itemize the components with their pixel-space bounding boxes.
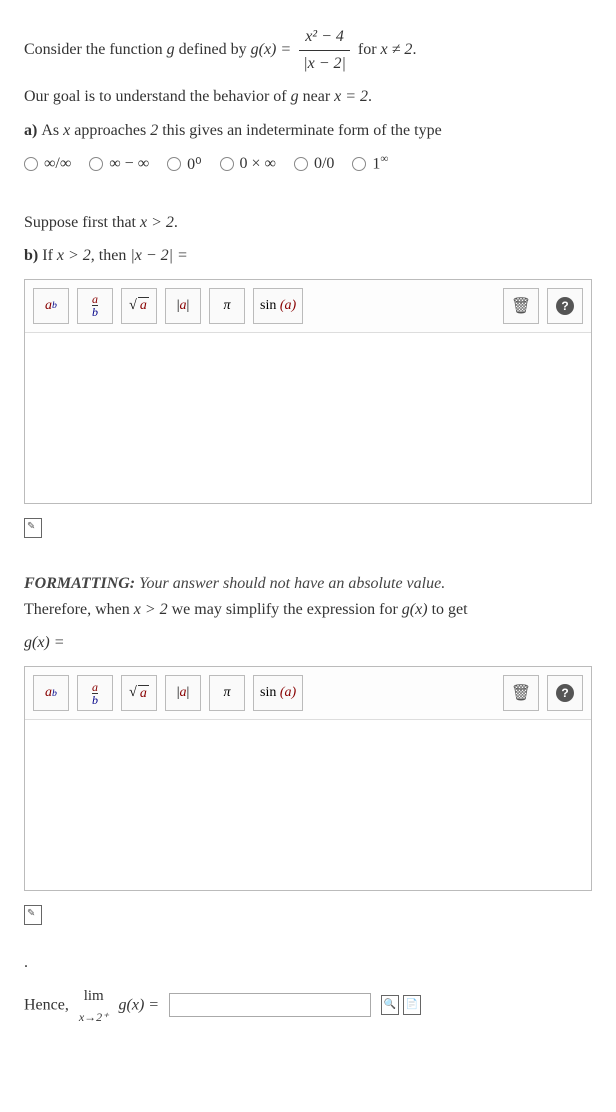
help-icon: ?: [556, 297, 574, 315]
editor-part-b: ab ab √a |a| π sin (a) 🗑 ?: [24, 279, 592, 504]
preview-icon[interactable]: [24, 518, 42, 538]
editor-toolbar: ab ab √a |a| π sin (a) 🗑 ?: [25, 280, 591, 333]
tool-clear[interactable]: 🗑: [503, 288, 539, 324]
tool-help[interactable]: ?: [547, 675, 583, 711]
choice-inf-minus-inf[interactable]: ∞ − ∞: [89, 153, 149, 173]
tool-sqrt[interactable]: √a: [121, 675, 157, 711]
choice-one-pow-inf[interactable]: 1∞: [352, 153, 388, 173]
tool-clear[interactable]: 🗑: [503, 675, 539, 711]
intro-text: Consider the function g defined by g(x) …: [24, 24, 592, 76]
doc-icon[interactable]: 📄: [403, 995, 421, 1015]
tool-sqrt[interactable]: √a: [121, 288, 157, 324]
tool-sin[interactable]: sin (a): [253, 288, 303, 324]
tool-pi[interactable]: π: [209, 288, 245, 324]
choice-zero-pow-zero[interactable]: 0⁰: [167, 153, 201, 173]
trash-icon: 🗑: [511, 683, 531, 703]
choice-inf-over-inf[interactable]: ∞/∞: [24, 153, 71, 173]
indeterminate-choices: ∞/∞ ∞ − ∞ 0⁰ 0 × ∞ 0/0 1∞: [24, 153, 592, 173]
preview-icon-2[interactable]: [24, 905, 42, 925]
choice-zero-times-inf[interactable]: 0 × ∞: [220, 153, 276, 173]
part-a-prompt: a) As x approaches 2 this gives an indet…: [24, 118, 592, 144]
tool-pi[interactable]: π: [209, 675, 245, 711]
help-icon: ?: [556, 684, 574, 702]
tool-power[interactable]: ab: [33, 288, 69, 324]
part-b-prompt: b) If x > 2, then |x − 2| =: [24, 243, 592, 269]
tool-sin[interactable]: sin (a): [253, 675, 303, 711]
choice-zero-over-zero[interactable]: 0/0: [294, 153, 334, 173]
editor-input-area[interactable]: [25, 333, 591, 503]
tool-abs[interactable]: |a|: [165, 288, 201, 324]
tool-help[interactable]: ?: [547, 288, 583, 324]
tool-fraction[interactable]: ab: [77, 675, 113, 711]
preview-answer-icon[interactable]: 🔍: [381, 995, 399, 1015]
goal-text: Our goal is to understand the behavior o…: [24, 84, 592, 110]
suppose-text: Suppose first that x > 2.: [24, 210, 592, 236]
therefore-text: Therefore, when x > 2 we may simplify th…: [24, 597, 592, 623]
period: .: [24, 950, 592, 976]
tool-abs[interactable]: |a|: [165, 675, 201, 711]
trash-icon: 🗑: [511, 296, 531, 316]
gx-equals: g(x) =: [24, 630, 592, 656]
limit-answer-input[interactable]: [169, 993, 371, 1017]
tool-power[interactable]: ab: [33, 675, 69, 711]
editor-toolbar-2: ab ab √a |a| π sin (a) 🗑 ?: [25, 667, 591, 720]
editor-input-area-2[interactable]: [25, 720, 591, 890]
tool-fraction[interactable]: ab: [77, 288, 113, 324]
hence-limit: Hence, lim x→2⁺ g(x) = 🔍 📄: [24, 984, 592, 1027]
editor-gx: ab ab √a |a| π sin (a) 🗑 ?: [24, 666, 592, 891]
formatting-note: FORMATTING: Your answer should not have …: [24, 575, 592, 593]
